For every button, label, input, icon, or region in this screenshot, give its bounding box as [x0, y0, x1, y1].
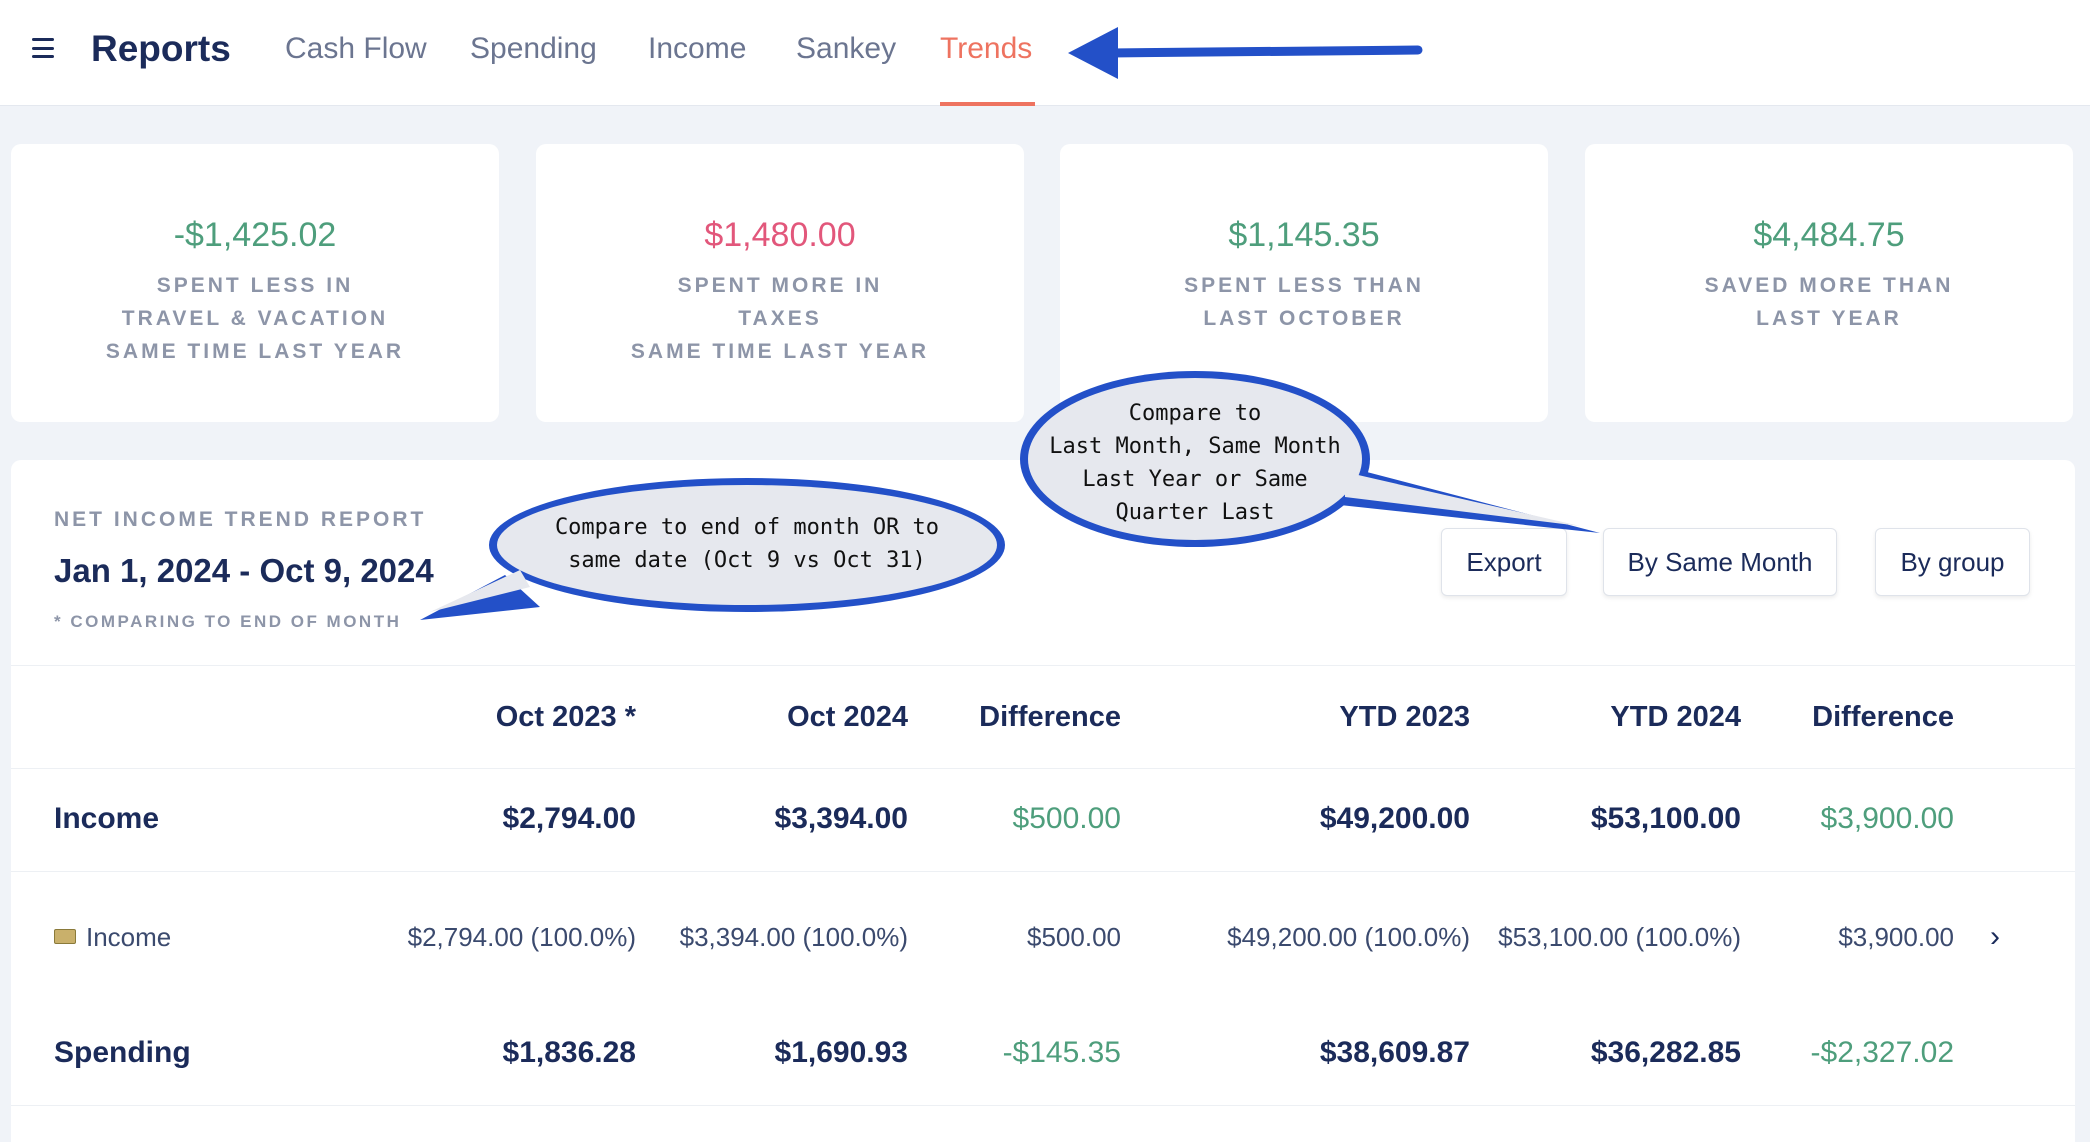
page-title: Reports [91, 28, 231, 69]
stat-amount: -$1,425.02 [173, 216, 337, 254]
report-note: * COMPARING TO END OF MONTH [54, 612, 402, 631]
tab-cash-flow[interactable]: Cash Flow [285, 32, 427, 66]
callout-text-end-of-month: Compare to end of month OR to same date (… [554, 515, 940, 573]
tab-sankey[interactable]: Sankey [796, 32, 896, 66]
col-header[interactable]: Difference [1812, 701, 1954, 734]
stat-description: SPENT LESS THAN LAST OCTOBER [1184, 274, 1424, 330]
report-label: NET INCOME TREND REPORT [54, 508, 427, 531]
export-button[interactable]: Export [1441, 528, 1567, 596]
callout-text-compare-to: Compare to Last Month, Same Month Last Yea… [1049, 401, 1341, 525]
table-cell: $500.00 [1012, 802, 1121, 835]
divider [11, 871, 2075, 872]
table-cell: $1,690.93 [774, 1036, 908, 1069]
table-cell: $2,794.00 [502, 802, 636, 835]
divider [11, 665, 2075, 666]
stat-description: SPENT MORE IN TAXES SAME TIME LAST YEAR [630, 274, 930, 363]
chevron-right-icon[interactable]: › [1990, 920, 2000, 954]
active-tab-indicator [940, 102, 1035, 106]
col-header[interactable]: YTD 2024 [1610, 701, 1741, 734]
table-cell: $2,794.00 (100.0%) [407, 922, 636, 952]
top-nav: Reports Cash Flow Spending Income Sankey… [0, 0, 2090, 106]
table-cell: -$2,327.02 [1810, 1036, 1954, 1069]
table-cell: $49,200.00 [1319, 802, 1470, 835]
divider [11, 768, 2075, 769]
table-cell: $36,282.85 [1590, 1036, 1741, 1069]
row-label: Income [54, 922, 171, 953]
stat-card-saved: $4,484.75 SAVED MORE THAN LAST YEAR [1585, 144, 2073, 422]
row-label: Spending [54, 1036, 191, 1069]
report-date-range[interactable]: Jan 1, 2024 - Oct 9, 2024 [54, 552, 434, 590]
divider [11, 1105, 2075, 1106]
stat-amount: $1,480.00 [704, 216, 856, 254]
stat-card-taxes: $1,480.00 SPENT MORE IN TAXES SAME TIME LA… [536, 144, 1024, 422]
by-group-button[interactable]: By group [1875, 528, 2030, 596]
col-header[interactable]: Oct 2023 * [496, 701, 636, 734]
tab-income[interactable]: Income [648, 32, 746, 66]
table-cell: $3,394.00 [774, 802, 908, 835]
stat-description: SAVED MORE THAN LAST YEAR [1704, 274, 1954, 330]
hamburger-menu-icon[interactable] [32, 38, 54, 58]
tab-spending[interactable]: Spending [470, 32, 597, 66]
table-cell: -$145.35 [1002, 1036, 1121, 1069]
table-cell: $38,609.87 [1319, 1036, 1470, 1069]
col-header[interactable]: Oct 2024 [787, 701, 908, 734]
table-cell: $49,200.00 (100.0%) [1227, 922, 1470, 952]
table-cell: $1,836.28 [502, 1036, 636, 1069]
stat-amount: $4,484.75 [1753, 216, 1905, 254]
stat-description: SPENT LESS IN TRAVEL & VACATION SAME TIME … [105, 274, 405, 363]
stat-card-travel: -$1,425.02 SPENT LESS IN TRAVEL & VACATIO… [11, 144, 499, 422]
table-cell: $53,100.00 (100.0%) [1498, 922, 1741, 952]
table-cell: $3,900.00 [1838, 922, 1954, 952]
table-cell: $53,100.00 [1590, 802, 1741, 835]
tab-trends[interactable]: Trends [940, 32, 1032, 66]
table-cell: $3,900.00 [1820, 802, 1954, 835]
col-header[interactable]: Difference [979, 701, 1121, 734]
table-cell: $500.00 [1027, 922, 1121, 952]
stat-amount: $1,145.35 [1228, 216, 1380, 254]
money-icon [54, 929, 76, 944]
row-label: Income [54, 802, 160, 835]
col-header[interactable]: YTD 2023 [1339, 701, 1470, 734]
table-cell: $3,394.00 (100.0%) [679, 922, 908, 952]
stat-card-october: $1,145.35 SPENT LESS THAN LAST OCTOBER [1060, 144, 1548, 422]
by-same-month-button[interactable]: By Same Month [1603, 528, 1837, 596]
